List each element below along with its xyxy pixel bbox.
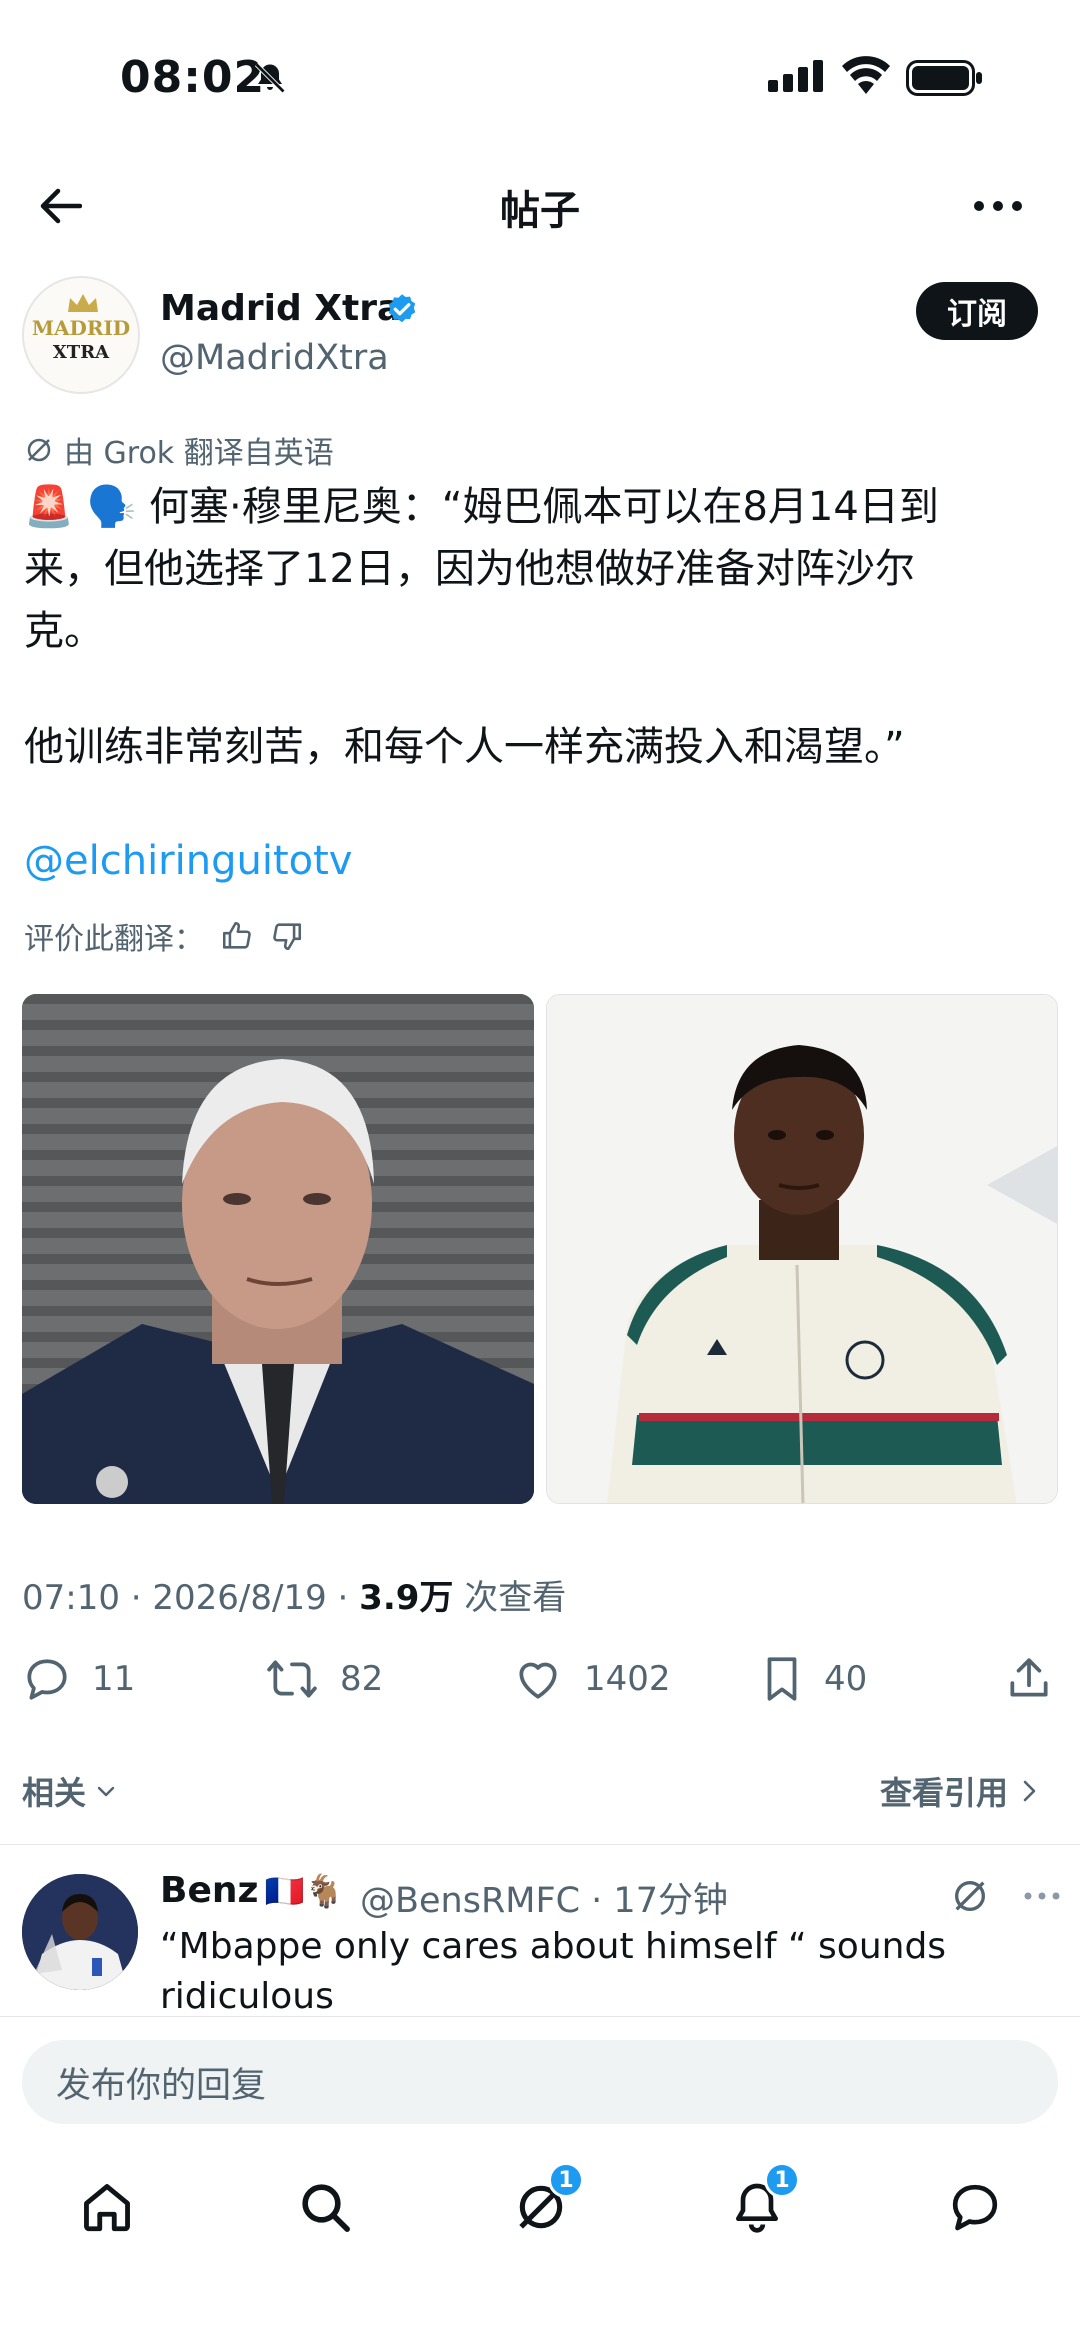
compose-divider <box>0 2016 1080 2017</box>
view-quotes-link[interactable]: 查看引用 <box>880 1768 1040 1814</box>
tweet-image-mourinho[interactable] <box>22 994 534 1504</box>
tab-search[interactable] <box>290 2172 360 2242</box>
rate-translation: 评价此翻译： <box>24 914 304 958</box>
repost-action[interactable]: 82 <box>264 1654 383 1704</box>
thumbs-down-icon[interactable] <box>270 919 304 953</box>
battery-icon <box>906 60 984 96</box>
reply-action[interactable]: 11 <box>22 1654 135 1704</box>
tweet-image-mbappe[interactable] <box>546 994 1058 1504</box>
view-quotes-label: 查看引用 <box>880 1774 1009 1812</box>
tab-home[interactable] <box>72 2172 142 2242</box>
tab-notifications[interactable]: 1 <box>722 2162 800 2242</box>
avatar-logo-bottom: XTRA <box>52 342 110 363</box>
tweet-text-1: 何塞·穆里尼奥：“姆巴佩本可以在8月14日到 <box>149 484 939 530</box>
reply-author-name[interactable]: Benz 🇫🇷🐐 <box>160 1870 344 1911</box>
crown-icon <box>68 294 98 312</box>
section-divider <box>0 1844 1080 1845</box>
siren-emoji: 🚨 🗣️ <box>24 484 137 530</box>
bookmark-action[interactable]: 40 <box>760 1654 867 1704</box>
chevron-down-icon <box>97 1786 115 1797</box>
verified-badge-icon <box>384 292 420 328</box>
tweet-timestamp: 07:10 · 2026/8/19 · <box>22 1578 360 1618</box>
reply-text-2: ridiculous <box>160 1976 334 2017</box>
status-time: 08:02 <box>120 52 266 103</box>
author-handle[interactable]: @MadridXtra <box>160 338 389 378</box>
reply-input[interactable]: 发布你的回复 <box>22 2040 1058 2124</box>
avatar-logo-top: MADRID <box>31 316 131 340</box>
more-horizontal-icon[interactable] <box>1024 1891 1060 1901</box>
cellular-signal-icon <box>768 60 828 92</box>
subscribe-button[interactable]: 订阅 <box>916 282 1038 340</box>
reply-name-text: Benz <box>160 1870 259 1911</box>
tab-messages[interactable] <box>940 2172 1010 2242</box>
tweet-line-2: 来，但他选择了12日，因为他想做好准备对阵沙尔 <box>24 546 915 592</box>
translation-note-text: 由 Grok 翻译自英语 <box>64 436 334 471</box>
tweet-line-4: 他训练非常刻苦，和每个人一样充满投入和渴望。” <box>24 724 905 770</box>
reply-count: 11 <box>92 1659 136 1699</box>
tweet-meta: 07:10 · 2026/8/19 · 3.9万 次查看 <box>22 1570 566 1619</box>
notifications-badge: 1 <box>764 2162 800 2198</box>
reply-name-emoji: 🇫🇷🐐 <box>264 1871 345 1910</box>
rate-label: 评价此翻译： <box>24 922 204 957</box>
related-dropdown[interactable]: 相关 <box>22 1768 118 1814</box>
like-count: 1402 <box>584 1659 671 1699</box>
author-name[interactable]: Madrid Xtra <box>160 288 401 329</box>
reply-handle-time[interactable]: @BensRMFC · 17分钟 <box>360 1872 728 1923</box>
reply-tools <box>950 1876 1060 1916</box>
author-avatar[interactable]: MADRID XTRA <box>22 276 140 394</box>
related-label: 相关 <box>22 1774 87 1812</box>
tweet-line-3: 克。 <box>24 608 104 654</box>
chevron-right-icon <box>1023 1780 1036 1802</box>
repost-icon <box>267 1660 317 1698</box>
bell-muted-icon <box>252 60 288 96</box>
more-options-button[interactable] <box>968 186 1028 226</box>
like-action[interactable]: 1402 <box>512 1654 671 1704</box>
heart-icon <box>519 1662 557 1699</box>
share-action[interactable] <box>1004 1654 1054 1704</box>
search-icon <box>302 2184 350 2232</box>
thumbs-up-icon[interactable] <box>220 919 254 953</box>
home-icon <box>84 2184 130 2232</box>
mention-link[interactable]: @elchiringuitotv <box>24 838 352 884</box>
grok-icon <box>27 438 51 462</box>
page-title: 帖子 <box>500 188 580 234</box>
reply-icon <box>27 1659 67 1700</box>
more-horizontal-icon <box>974 201 1022 211</box>
bookmark-icon <box>767 1657 797 1701</box>
views-label: 次查看 <box>453 1578 567 1618</box>
grok-badge: 1 <box>548 2162 584 2198</box>
wifi-icon <box>842 56 890 94</box>
chat-bubble-icon <box>952 2184 998 2231</box>
views-count: 3.9万 <box>359 1578 454 1618</box>
reply-text-1: “Mbappe only cares about himself “ sound… <box>160 1926 947 1967</box>
bookmark-count: 40 <box>824 1659 868 1699</box>
tweet-line-1: 🚨 🗣️ 何塞·穆里尼奥：“姆巴佩本可以在8月14日到 <box>24 476 939 538</box>
grok-icon[interactable] <box>950 1876 990 1916</box>
reply-avatar[interactable] <box>22 1874 138 1990</box>
translation-note[interactable]: 由 Grok 翻译自英语 <box>24 428 334 472</box>
tab-grok[interactable]: 1 <box>506 2162 584 2242</box>
repost-count: 82 <box>340 1659 384 1699</box>
share-icon <box>1010 1658 1048 1697</box>
